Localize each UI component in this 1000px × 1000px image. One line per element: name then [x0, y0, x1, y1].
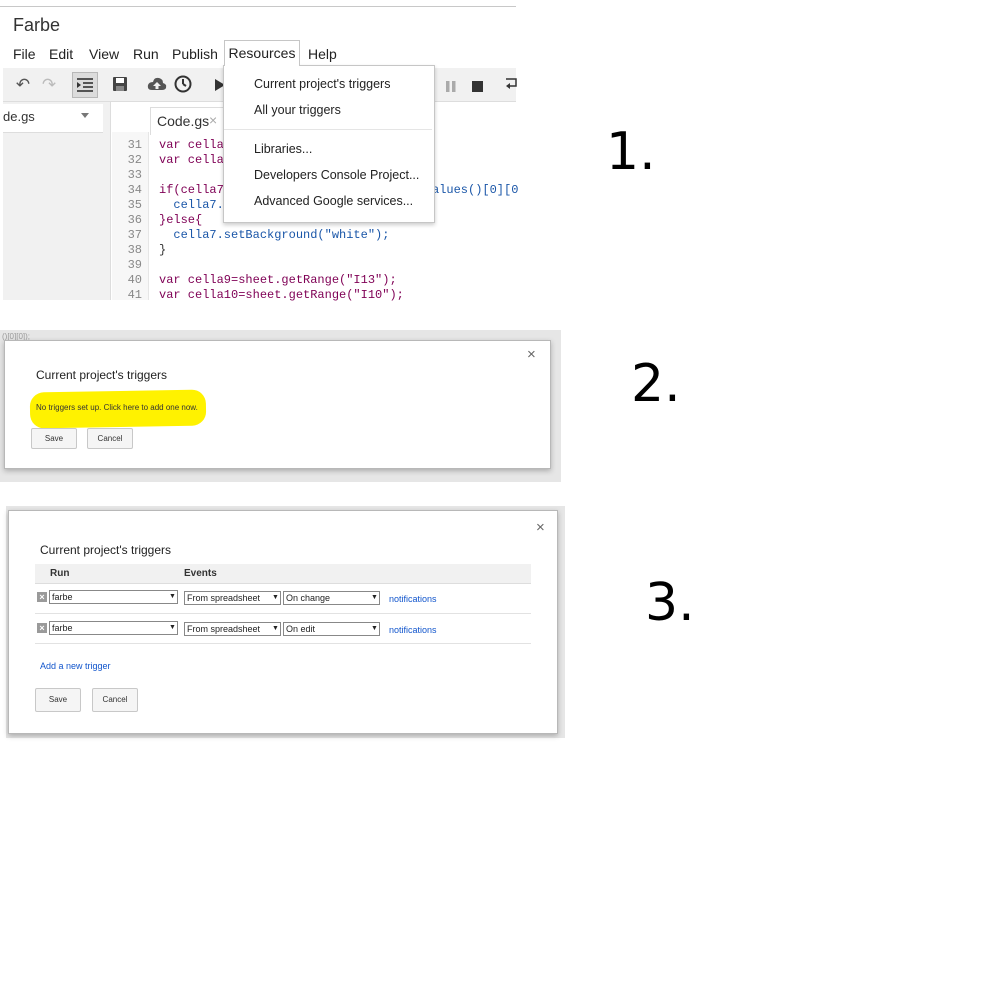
code-line: if(cella7	[159, 183, 224, 197]
event-type-select[interactable]: On change	[283, 591, 380, 605]
menu-view[interactable]: View	[89, 44, 119, 64]
code-line: var cella	[159, 153, 224, 167]
line-number: 41	[127, 288, 142, 302]
tab-label: Code.gs	[157, 113, 210, 129]
function-select-value: farbe	[52, 623, 73, 633]
step-number-3: 3.	[645, 573, 695, 633]
line-number: 32	[127, 153, 142, 167]
menu-resources[interactable]: Resources	[224, 40, 300, 66]
function-select[interactable]: farbe	[49, 590, 178, 604]
code-line-overflow: alues()[0][0	[432, 183, 519, 197]
dropdown-arrow-icon: ▼	[371, 625, 378, 632]
line-number: 36	[127, 213, 142, 227]
event-source-value: From spreadsheet	[187, 624, 261, 634]
stop-icon[interactable]	[472, 79, 483, 97]
cloud-upload-icon[interactable]	[147, 76, 167, 97]
dropdown-arrow-icon: ▼	[169, 624, 176, 631]
line-number: 35	[127, 198, 142, 212]
row-divider	[35, 613, 531, 614]
code-line: var cella10=sheet.getRange("I10");	[159, 288, 404, 302]
menu-publish[interactable]: Publish	[172, 44, 218, 64]
dropdown-arrow-icon: ▼	[272, 594, 279, 601]
menu-help[interactable]: Help	[308, 44, 337, 64]
notifications-link[interactable]: notifications	[389, 625, 437, 635]
wrap-icon[interactable]	[506, 77, 518, 96]
code-line: var cella	[159, 138, 224, 152]
event-source-value: From spreadsheet	[187, 593, 261, 603]
menu-item-current-project-triggers[interactable]: Current project's triggers	[254, 77, 390, 91]
line-number: 38	[127, 243, 142, 257]
row-divider	[35, 643, 531, 644]
event-type-value: On change	[286, 593, 331, 603]
delete-trigger-icon[interactable]: ×	[37, 592, 47, 602]
menu-file[interactable]: File	[13, 44, 36, 64]
menu-divider	[224, 129, 432, 130]
pause-icon[interactable]	[446, 79, 456, 97]
event-source-select[interactable]: From spreadsheet	[184, 622, 281, 636]
project-title[interactable]: Farbe	[13, 15, 60, 36]
column-header-events: Events	[184, 568, 217, 579]
menu-edit[interactable]: Edit	[49, 44, 73, 64]
redo-icon[interactable]: ↷	[38, 74, 60, 96]
dropdown-arrow-icon: ▼	[169, 593, 176, 600]
code-line: cella7.	[159, 198, 224, 212]
line-number: 31	[127, 138, 142, 152]
top-divider	[0, 6, 516, 7]
menu-item-libraries[interactable]: Libraries...	[254, 142, 312, 156]
delete-trigger-icon[interactable]: ×	[37, 623, 47, 633]
menu-item-advanced-google-services[interactable]: Advanced Google services...	[254, 194, 413, 208]
add-new-trigger-link[interactable]: Add a new trigger	[40, 661, 111, 671]
code-line: var cella9=sheet.getRange("I13");	[159, 273, 397, 287]
undo-icon[interactable]: ↶	[12, 74, 34, 96]
dropdown-arrow-icon: ▼	[272, 625, 279, 632]
function-select-value: farbe	[52, 592, 73, 602]
line-number: 39	[127, 258, 142, 272]
event-type-select[interactable]: On edit	[283, 622, 380, 636]
indent-icon	[77, 78, 93, 97]
dropdown-arrow-icon: ▼	[371, 594, 378, 601]
column-header-run: Run	[50, 568, 70, 579]
clock-icon[interactable]	[174, 75, 192, 98]
file-selector-label: de.gs	[3, 109, 35, 124]
cancel-button[interactable]: Cancel	[87, 428, 133, 449]
close-tab-icon[interactable]: ×	[209, 112, 217, 128]
event-source-select[interactable]: From spreadsheet	[184, 591, 281, 605]
step-number-2: 2.	[631, 354, 681, 414]
close-icon[interactable]: ×	[536, 519, 545, 536]
notifications-link[interactable]: notifications	[389, 594, 437, 604]
dialog-title: Current project's triggers	[36, 368, 168, 382]
menu-item-all-your-triggers[interactable]: All your triggers	[254, 103, 341, 117]
code-line: }	[159, 243, 167, 257]
code-line: }else{	[159, 213, 203, 227]
save-button[interactable]: Save	[31, 428, 77, 449]
line-number: 33	[127, 168, 142, 182]
triggers-table-header	[35, 564, 531, 584]
close-icon[interactable]: ×	[527, 346, 536, 363]
cancel-button[interactable]: Cancel	[92, 688, 138, 712]
dialog-title: Current project's triggers	[40, 543, 172, 557]
function-select[interactable]: farbe	[49, 621, 178, 635]
line-number: 34	[127, 183, 142, 197]
add-trigger-link[interactable]: No triggers set up. Click here to add on…	[36, 403, 198, 412]
chevron-down-icon	[81, 113, 89, 118]
menu-item-developers-console-project[interactable]: Developers Console Project...	[254, 168, 419, 182]
step-number-1: 1.	[606, 122, 656, 182]
menu-run[interactable]: Run	[133, 44, 159, 64]
save-icon[interactable]	[112, 76, 128, 97]
line-number: 40	[127, 273, 142, 287]
code-line: cella7.setBackground("white");	[159, 228, 390, 242]
line-number: 37	[127, 228, 142, 242]
save-button[interactable]: Save	[35, 688, 81, 712]
event-type-value: On edit	[286, 624, 316, 634]
